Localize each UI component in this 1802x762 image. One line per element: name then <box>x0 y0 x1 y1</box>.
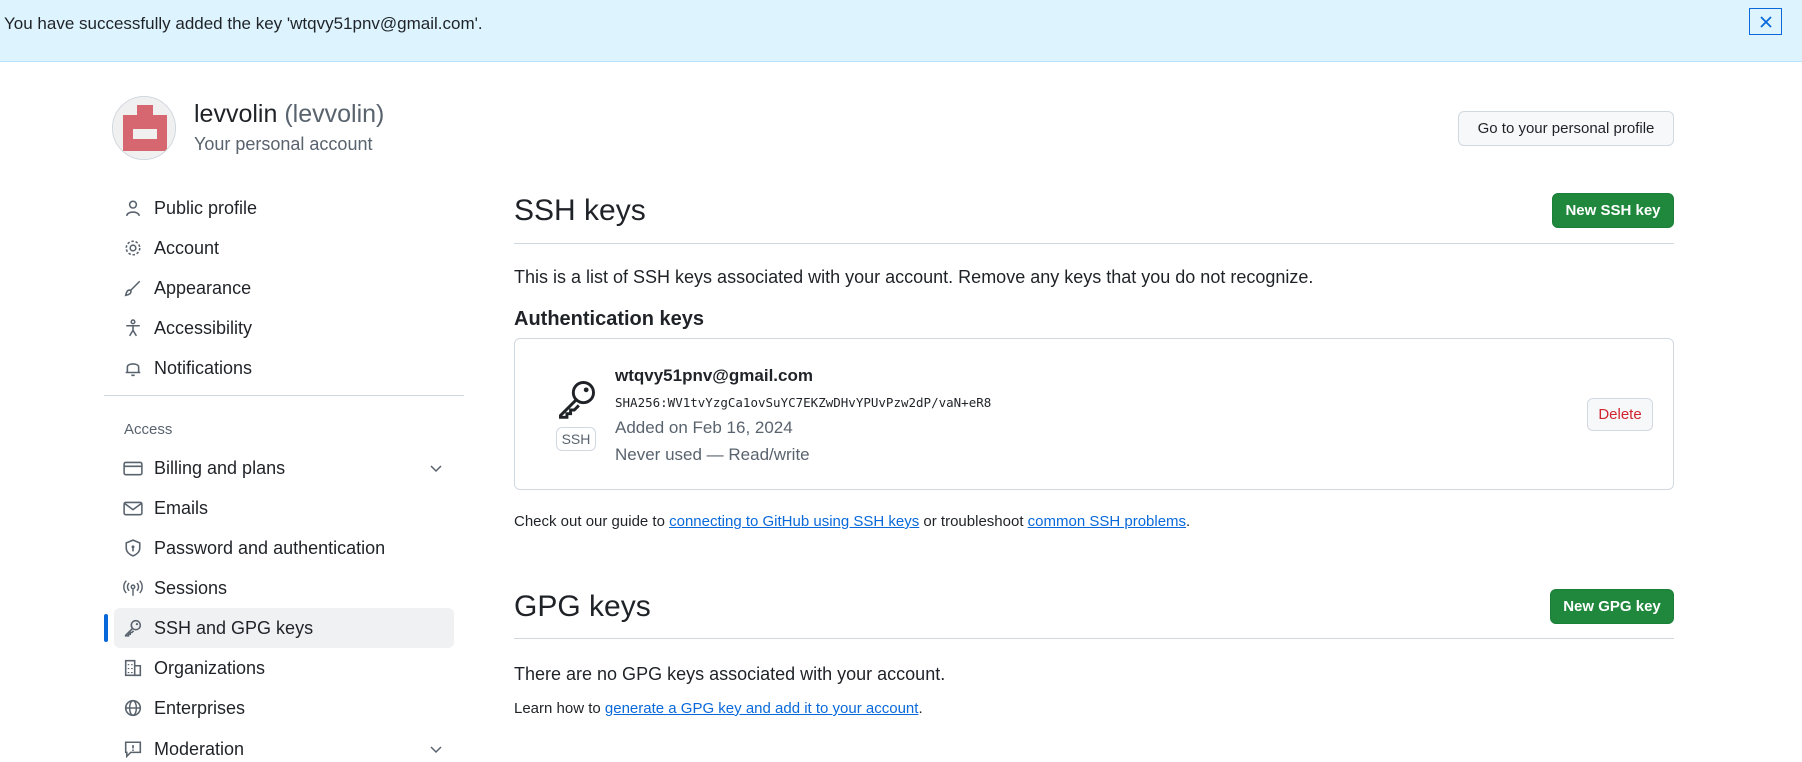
key-icon <box>122 617 144 639</box>
credit-card-icon <box>122 457 144 479</box>
sidebar-item-notifications[interactable]: Notifications <box>114 348 454 388</box>
gpg-heading-divider <box>514 638 1674 639</box>
sidebar-item-label: Account <box>154 237 220 258</box>
ssh-description: This is a list of SSH keys associated wi… <box>514 267 1314 287</box>
gpg-keys-heading: GPG keys <box>514 590 651 623</box>
new-gpg-key-button[interactable]: New GPG key <box>1550 589 1674 624</box>
display-name: levvolin <box>194 100 278 128</box>
x-icon <box>1759 15 1772 28</box>
sidebar-item-label: Password and authentication <box>154 537 386 558</box>
flash-message: You have successfully added the key 'wtq… <box>4 14 483 33</box>
sidebar-item-label: Sessions <box>154 577 228 598</box>
avatar[interactable] <box>112 96 176 160</box>
gpg-empty-text: There are no GPG keys associated with yo… <box>514 664 946 684</box>
sidebar-item-appearance[interactable]: Appearance <box>114 268 454 308</box>
key-added-date: Added on Feb 16, 2024 <box>615 418 793 437</box>
learn-suffix: . <box>918 700 923 717</box>
key-fingerprint: SHA256:WV1tvYzgCa1ovSuYC7EKZwDHvYPUvPzw2… <box>615 395 992 410</box>
globe-icon <box>122 697 144 719</box>
login-name: (levvolin) <box>284 100 385 128</box>
ssh-guide-text: Check out our guide to connecting to Git… <box>514 513 1190 530</box>
gpg-learn-text: Learn how to generate a GPG key and add … <box>514 700 923 717</box>
go-to-profile-button[interactable]: Go to your personal profile <box>1458 111 1674 146</box>
ssh-guide-link[interactable]: connecting to GitHub using SSH keys <box>669 513 919 530</box>
ssh-heading-divider <box>514 243 1674 244</box>
flash-banner: You have successfully added the key 'wtq… <box>0 0 1802 62</box>
sidebar-item-label: Appearance <box>154 277 252 298</box>
sidebar-item-label: SSH and GPG keys <box>154 617 314 638</box>
guide-prefix: Check out our guide to <box>514 513 670 530</box>
chevron-down-icon <box>428 460 444 481</box>
sidebar-item-account[interactable]: Account <box>114 228 454 268</box>
ssh-key-row: SSH wtqvy51pnv@gmail.com SHA256:WV1tvYzg… <box>514 338 1674 490</box>
active-indicator <box>104 614 108 642</box>
sidebar-item-label: Moderation <box>154 738 245 759</box>
shield-lock-icon <box>122 537 144 559</box>
sidebar-item-label: Notifications <box>154 357 253 378</box>
sidebar-item-moderation[interactable]: Moderation <box>114 729 454 762</box>
sidebar-item-billing[interactable]: Billing and plans <box>114 448 454 488</box>
gpg-guide-link[interactable]: generate a GPG key and add it to your ac… <box>605 700 919 717</box>
guide-middle: or troubleshoot <box>919 513 1028 530</box>
sidebar-item-label: Emails <box>154 497 209 518</box>
bell-icon <box>122 357 144 379</box>
page-title: levvolin (levvolin) <box>194 100 384 129</box>
mail-icon <box>122 497 144 519</box>
key-usage: Never used — Read/write <box>615 445 810 464</box>
organization-icon <box>122 657 144 679</box>
authentication-keys-heading: Authentication keys <box>514 308 705 330</box>
sidebar-item-public-profile[interactable]: Public profile <box>114 188 454 228</box>
person-icon <box>122 197 144 219</box>
flash-close-button[interactable] <box>1749 8 1782 35</box>
key-icon <box>555 377 599 426</box>
sidebar-heading-access: Access <box>124 421 173 438</box>
sidebar-item-sessions[interactable]: Sessions <box>114 568 454 608</box>
gear-icon <box>122 237 144 259</box>
new-ssh-key-button[interactable]: New SSH key <box>1552 193 1674 228</box>
learn-prefix: Learn how to <box>514 700 605 717</box>
broadcast-icon <box>122 577 144 599</box>
sidebar-item-label: Organizations <box>154 657 266 678</box>
sidebar-divider <box>104 395 464 396</box>
accessibility-icon <box>122 317 144 339</box>
sidebar-item-label: Public profile <box>154 197 258 218</box>
report-icon <box>122 738 144 760</box>
sidebar-item-password[interactable]: Password and authentication <box>114 528 454 568</box>
chevron-down-icon <box>428 741 444 762</box>
ssh-badge: SSH <box>556 427 596 451</box>
sidebar-item-ssh-gpg-keys[interactable]: SSH and GPG keys <box>114 608 454 648</box>
sidebar-item-organizations[interactable]: Organizations <box>114 648 454 688</box>
sidebar-item-label: Enterprises <box>154 697 246 718</box>
sidebar-item-emails[interactable]: Emails <box>114 488 454 528</box>
ssh-keys-heading: SSH keys <box>514 194 646 227</box>
sidebar-item-label: Billing and plans <box>154 457 286 478</box>
sidebar-item-accessibility[interactable]: Accessibility <box>114 308 454 348</box>
guide-suffix: . <box>1186 513 1191 530</box>
key-title: wtqvy51pnv@gmail.com <box>615 366 813 385</box>
sidebar-item-label: Accessibility <box>154 317 253 338</box>
account-subtitle: Your personal account <box>194 134 373 154</box>
paintbrush-icon <box>122 277 144 299</box>
ssh-problems-link[interactable]: common SSH problems <box>1028 513 1186 530</box>
sidebar-item-enterprises[interactable]: Enterprises <box>114 688 454 728</box>
delete-key-button[interactable]: Delete <box>1587 398 1653 431</box>
